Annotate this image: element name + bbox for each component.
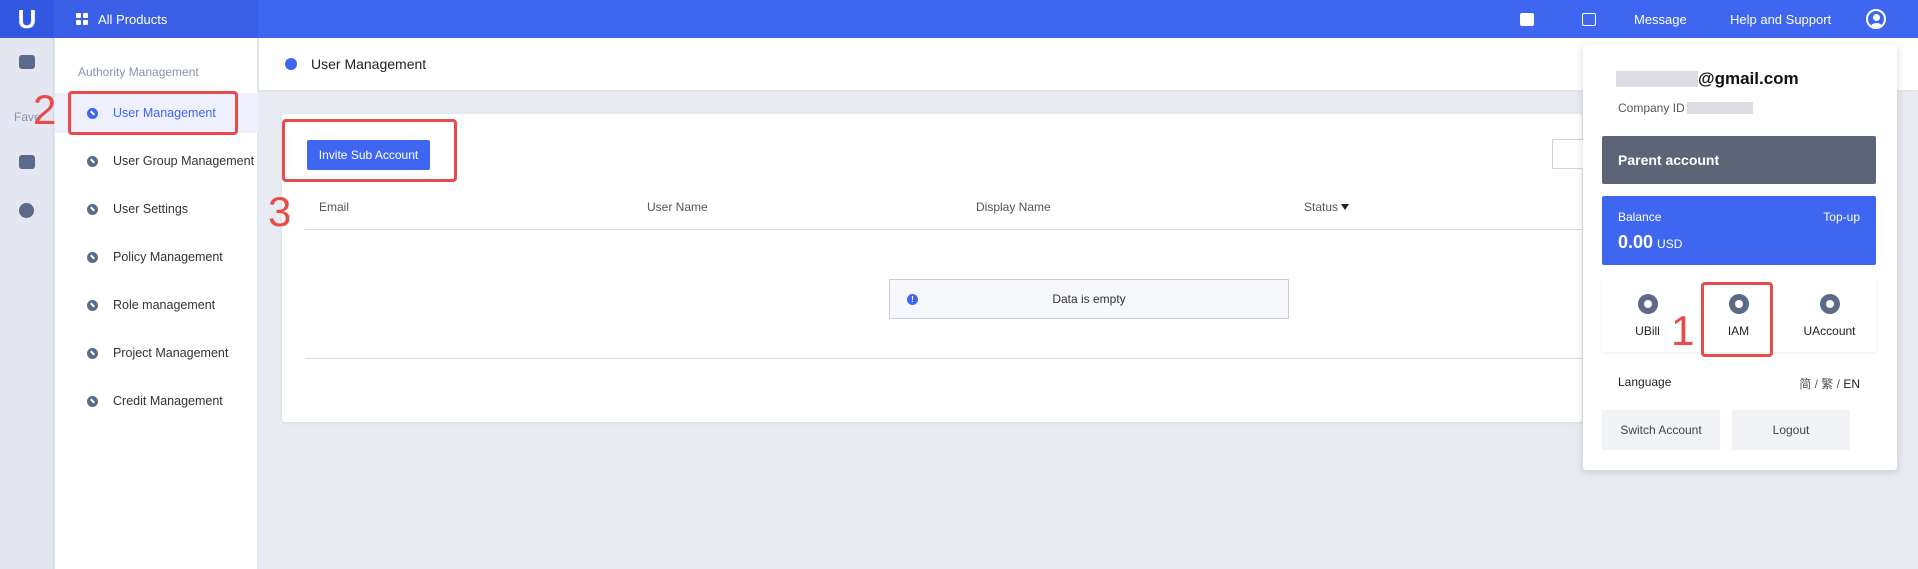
page-title: User Management — [311, 56, 427, 72]
topup-link[interactable]: Top-up — [1823, 210, 1860, 224]
sidebar-item-label: Role management — [113, 298, 216, 312]
sidebar-item-user-settings[interactable]: User Settings — [55, 189, 258, 229]
dashboard-icon[interactable] — [19, 203, 34, 218]
parent-account-badge: Parent account — [1602, 136, 1876, 184]
sidebar-item-label: Policy Management — [113, 250, 223, 264]
sidebar-item-role-management[interactable]: Role management — [55, 285, 258, 325]
lang-traditional[interactable]: 繁 — [1821, 377, 1833, 391]
terminal-icon[interactable] — [1582, 0, 1596, 38]
help-support-link[interactable]: Help and Support — [1730, 0, 1831, 38]
sidebar-item-label: Credit Management — [113, 394, 223, 408]
annotation-box-1 — [1701, 282, 1773, 357]
user-group-icon — [87, 155, 98, 167]
info-icon: ! — [907, 294, 918, 305]
monitor-icon[interactable] — [19, 55, 35, 69]
product-list-icon[interactable] — [19, 155, 35, 169]
sidebar-item-policy-management[interactable]: Policy Management — [55, 237, 258, 277]
company-id-label: Company ID — [1618, 101, 1685, 115]
search-icon[interactable] — [1520, 0, 1534, 38]
logout-button[interactable]: Logout — [1732, 410, 1850, 450]
annotation-number-2: 2 — [33, 86, 57, 133]
credit-icon — [87, 395, 98, 407]
service-label: UBill — [1635, 324, 1660, 338]
email-domain: @gmail.com — [1698, 69, 1799, 88]
column-header-display-name: Display Name — [976, 200, 1051, 214]
annotation-box-2 — [68, 91, 238, 135]
sidebar-item-project-management[interactable]: Project Management — [55, 333, 258, 373]
sidebar-item-label: Project Management — [113, 346, 229, 360]
uaccount-icon — [1819, 294, 1840, 314]
annotation-number-3: 3 — [268, 188, 292, 235]
language-options: 简 / 繁 / EN — [1799, 377, 1860, 391]
top-bar: U All Products Message Help and Support — [0, 0, 1918, 38]
project-icon — [87, 347, 98, 359]
column-header-status[interactable]: Status — [1304, 200, 1350, 214]
message-link[interactable]: Message — [1634, 0, 1687, 38]
empty-state: ! Data is empty — [889, 279, 1289, 319]
balance-currency: USD — [1657, 237, 1683, 251]
annotation-box-3 — [282, 119, 457, 182]
grid-icon — [76, 13, 88, 25]
role-icon — [87, 299, 98, 311]
switch-account-button[interactable]: Switch Account — [1602, 410, 1720, 450]
balance-card: Balance Top-up 0.00 USD — [1602, 196, 1876, 265]
filter-icon[interactable] — [1341, 204, 1350, 210]
balance-label: Balance — [1618, 210, 1662, 224]
redacted-company-id — [1686, 102, 1753, 114]
language-row: Language 简 / 繁 / EN — [1602, 372, 1876, 392]
table-header-divider — [305, 229, 1585, 230]
sidebar-item-credit-management[interactable]: Credit Management — [55, 381, 258, 421]
user-table-card — [282, 114, 1582, 422]
uaccount-button[interactable]: UAccount — [1784, 279, 1875, 352]
redacted-username — [1616, 71, 1698, 87]
all-products-label: All Products — [98, 11, 168, 27]
sidebar-item-label: User Settings — [113, 202, 189, 216]
account-email: @gmail.com — [1616, 69, 1799, 89]
user-icon[interactable] — [1866, 0, 1886, 38]
annotation-number-1: 1 — [1671, 307, 1695, 354]
user-management-icon — [285, 58, 297, 70]
empty-state-text: Data is empty — [1052, 292, 1126, 306]
column-header-email: Email — [319, 200, 350, 214]
language-label: Language — [1618, 375, 1672, 389]
lang-simplified[interactable]: 简 — [1799, 377, 1811, 391]
settings-icon — [87, 203, 98, 215]
all-products-button[interactable]: All Products — [54, 0, 258, 38]
table-bottom-divider — [305, 358, 1585, 359]
sidebar-title: Authority Management — [78, 65, 199, 79]
lang-english[interactable]: EN — [1843, 377, 1860, 391]
service-label: UAccount — [1803, 324, 1856, 338]
policy-icon — [87, 251, 98, 263]
ubill-icon — [1637, 294, 1658, 314]
status-header-label: Status — [1304, 200, 1339, 214]
column-header-user-name: User Name — [647, 200, 708, 214]
logo[interactable]: U — [0, 0, 54, 38]
sidebar-item-label: User Group Management — [113, 154, 255, 168]
balance-amount: 0.00 USD — [1618, 232, 1683, 252]
company-id: Company ID — [1618, 101, 1753, 115]
sidebar-item-user-group-management[interactable]: User Group Management — [55, 141, 258, 181]
